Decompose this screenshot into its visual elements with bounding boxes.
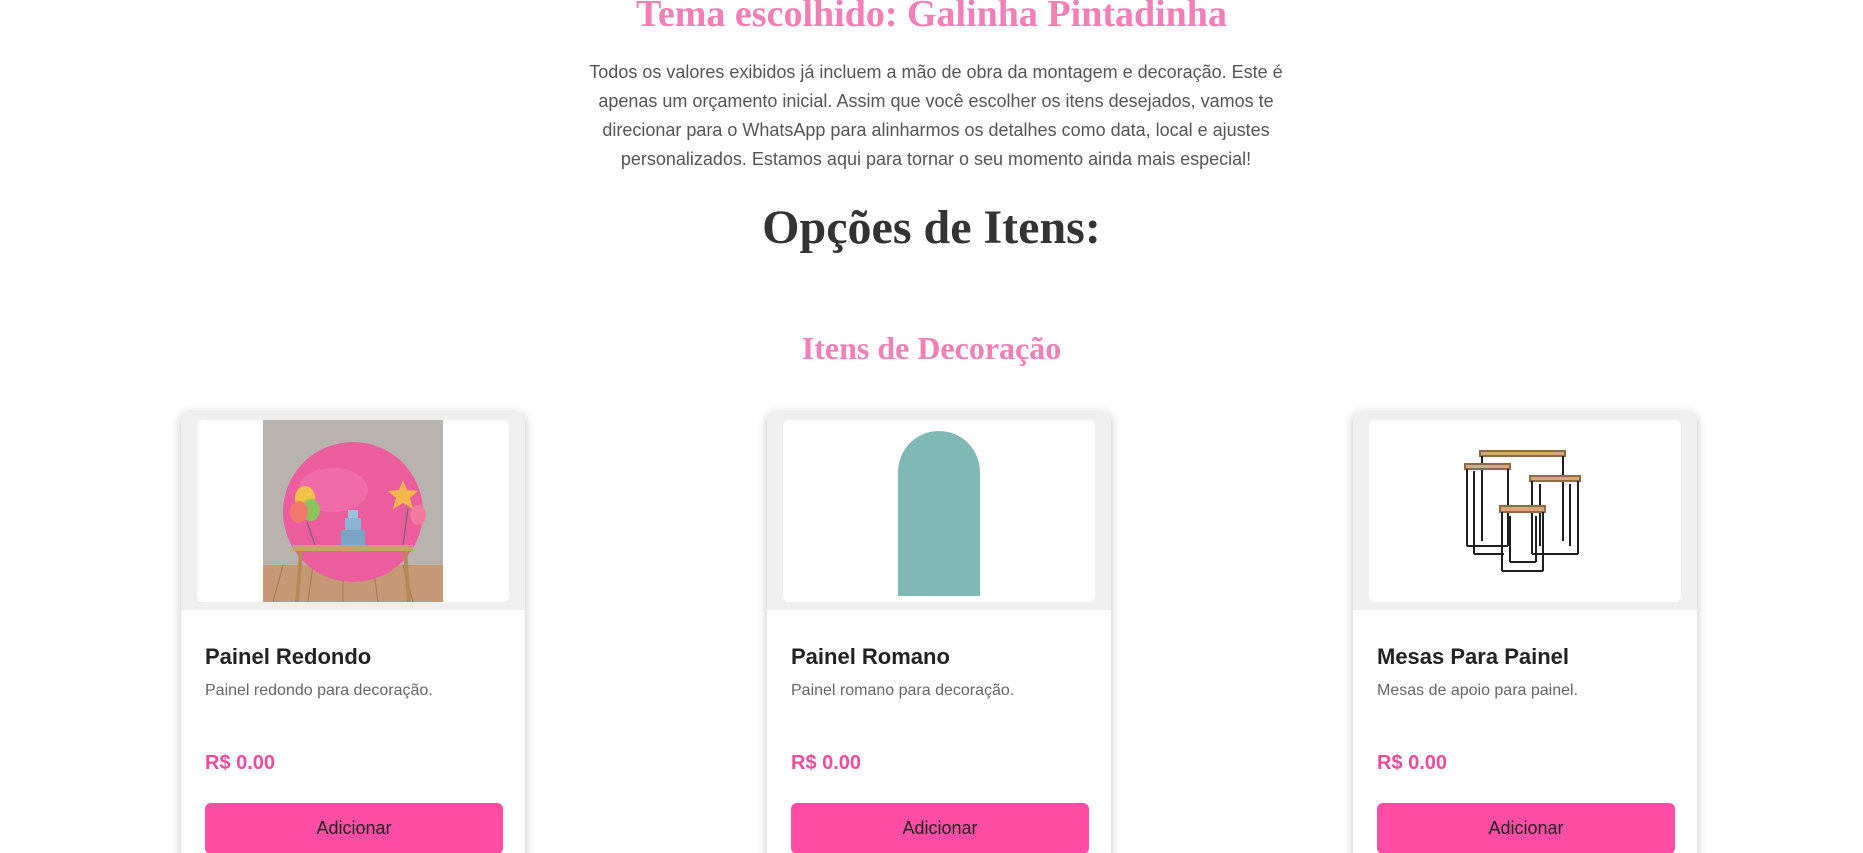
round-panel-photo: [263, 420, 443, 602]
product-image-area: [1353, 412, 1697, 610]
add-button[interactable]: Adicionar: [205, 803, 503, 853]
product-image-area: [181, 412, 525, 610]
add-button[interactable]: Adicionar: [1377, 803, 1675, 853]
product-card-mesas-para-painel: Mesas Para Painel Mesas de apoio para pa…: [1353, 412, 1697, 853]
product-title: Mesas Para Painel: [1377, 644, 1570, 669]
product-title: Painel Romano: [791, 644, 950, 669]
product-price: R$ 0.00: [205, 752, 276, 774]
theme-title: Tema escolhido: Galinha Pintadinha: [636, 0, 1227, 35]
product-card-painel-romano: Painel Romano Painel romano para decoraç…: [767, 412, 1111, 853]
add-button[interactable]: Adicionar: [791, 803, 1089, 853]
product-price: R$ 0.00: [1377, 752, 1448, 774]
product-image-area: [767, 412, 1111, 610]
product-card-painel-redondo: Painel Redondo Painel redondo para decor…: [181, 412, 525, 853]
product-title: Painel Redondo: [205, 644, 372, 669]
section-title: Itens de Decoração: [801, 330, 1062, 366]
intro-text: Todos os valores exibidos já incluem a m…: [589, 62, 1283, 169]
product-description: Painel redondo para decoração.: [205, 682, 433, 699]
arch-panel-photo: [898, 431, 980, 596]
product-price: R$ 0.00: [791, 752, 862, 774]
product-description: Painel romano para decoração.: [791, 682, 1015, 699]
product-description: Mesas de apoio para painel.: [1377, 682, 1579, 699]
page: Tema escolhido: Galinha Pintadinha Todos…: [0, 0, 1863, 853]
nesting-tables-photo: [1464, 450, 1581, 572]
options-title: Opções de Itens:: [762, 201, 1101, 254]
